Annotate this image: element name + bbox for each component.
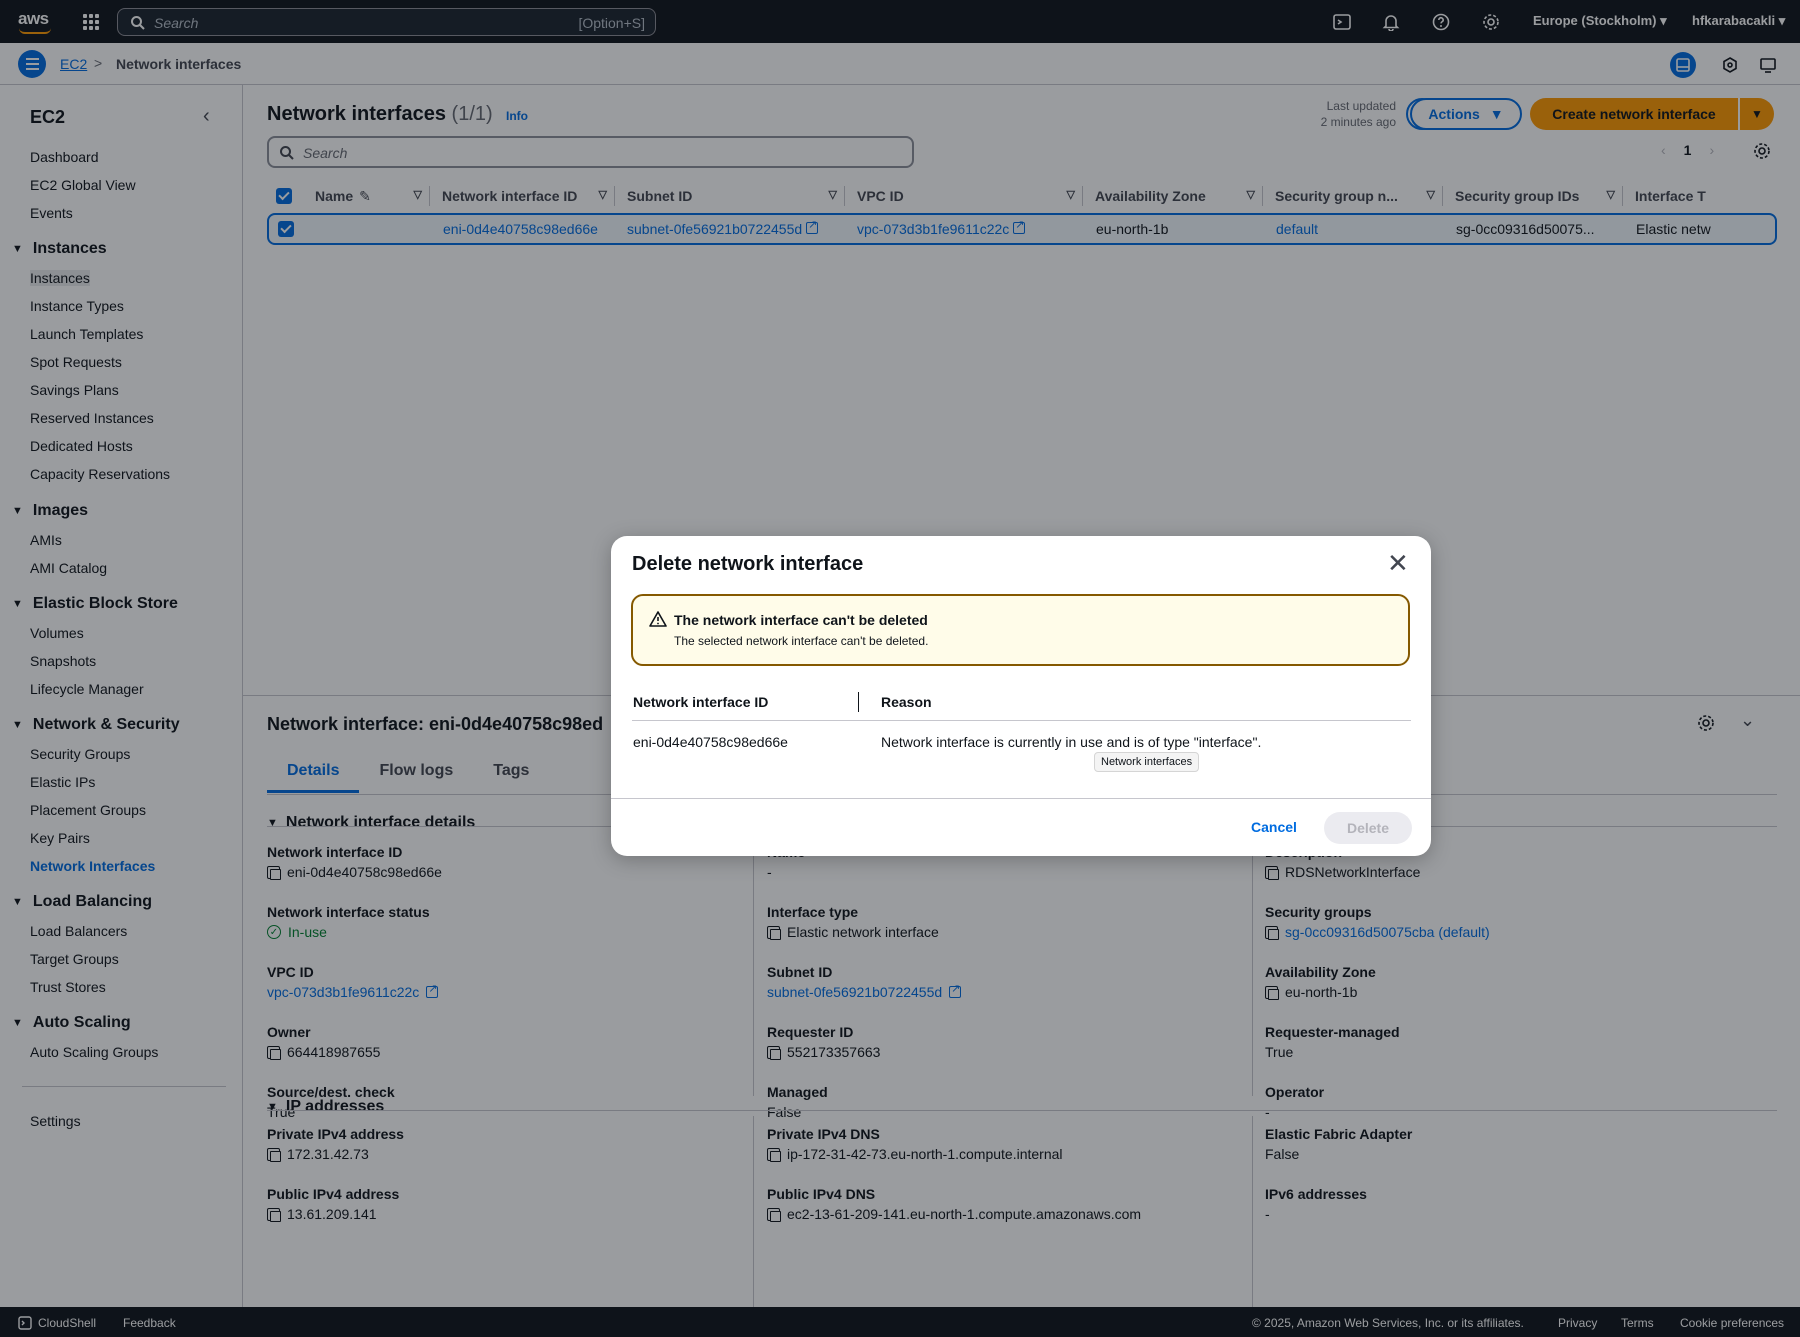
- modal-column-header-reason: Reason: [881, 694, 932, 710]
- delete-network-interface-modal: Delete network interface ✕ The network i…: [611, 536, 1431, 856]
- modal-table-divider: [632, 720, 1411, 721]
- delete-label: Delete: [1346, 820, 1390, 836]
- modal-column-header-id: Network interface ID: [633, 694, 769, 710]
- delete-button[interactable]: Delete: [1324, 812, 1412, 844]
- modal-footer-divider: [611, 798, 1431, 799]
- alert-title: The network interface can't be deleted: [674, 612, 928, 628]
- modal-title: Delete network interface: [632, 553, 864, 575]
- cancel-button[interactable]: Cancel: [1251, 819, 1297, 835]
- modal-cell-eni-id: eni-0d4e40758c98ed66e: [633, 734, 788, 750]
- tooltip: Network interfaces: [1094, 752, 1200, 772]
- close-icon[interactable]: ✕: [1387, 550, 1409, 576]
- warning-triangle-icon: [649, 611, 667, 627]
- warning-alert: The network interface can't be deleted T…: [631, 594, 1410, 666]
- modal-cell-reason: Network interface is currently in use an…: [881, 734, 1262, 750]
- alert-text: The selected network interface can't be …: [674, 634, 929, 648]
